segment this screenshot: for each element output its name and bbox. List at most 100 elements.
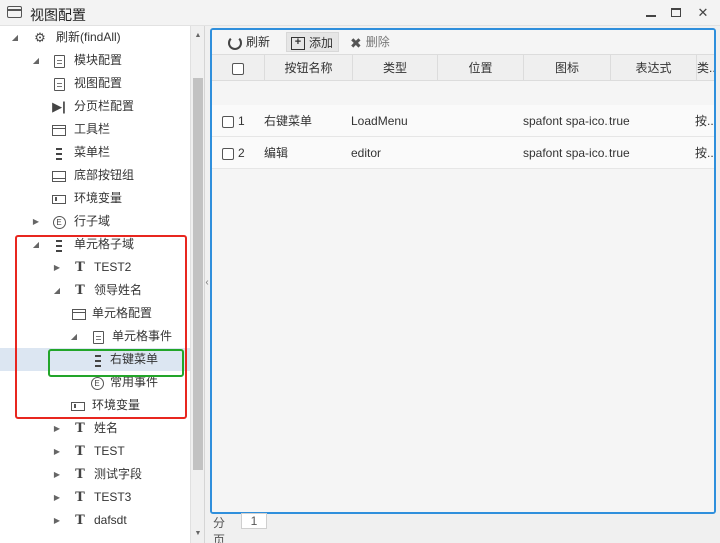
tree-node-test[interactable]: ▶ T TEST: [0, 440, 190, 463]
cell-class[interactable]: 按...: [695, 137, 714, 169]
column-header[interactable]: 表达式: [610, 55, 696, 81]
tree-node-label: 领导姓名: [94, 283, 143, 297]
tree-node-bottom-buttons[interactable]: 底部按钮组: [0, 164, 190, 187]
env-icon: [70, 394, 86, 417]
row-checkbox-cell: [222, 137, 234, 169]
tree-node-test2[interactable]: ▶ T TEST2: [0, 256, 190, 279]
text-icon: T: [75, 490, 85, 505]
expand-arrow-icon[interactable]: ◢: [31, 49, 41, 72]
tree-node-test-field[interactable]: ▶ T 测试字段: [0, 463, 190, 486]
cell-expression[interactable]: true: [609, 105, 695, 137]
tree-node-label: 工具栏: [74, 122, 111, 136]
column-header[interactable]: 位置: [437, 55, 523, 81]
text-icon: T: [75, 283, 85, 298]
expand-arrow-icon[interactable]: ◢: [69, 325, 79, 348]
current-page-input[interactable]: 1: [241, 513, 267, 529]
menu-icon: [51, 233, 67, 256]
button-config-panel: 刷新 + 添加 ✖删除 按钮名称 类型 位置 图标 表达式 类... 1 右键菜单…: [210, 28, 716, 514]
collapse-arrow-icon[interactable]: ▶: [52, 463, 62, 486]
tree-node-cell-subdomain[interactable]: ◢ 单元格子域: [0, 233, 190, 256]
tree-node-label: dafsdt: [94, 513, 127, 527]
collapse-arrow-icon[interactable]: ▶: [52, 417, 62, 440]
collapse-arrow-icon[interactable]: ▶: [52, 509, 62, 532]
delete-icon: ✖: [350, 34, 362, 51]
page-icon: [51, 49, 67, 72]
expand-arrow-icon[interactable]: ◢: [31, 233, 41, 256]
collapse-arrow-icon[interactable]: ▶: [52, 256, 62, 279]
menu-icon: [51, 141, 67, 164]
column-header[interactable]: 按钮名称: [264, 55, 352, 81]
table-row[interactable]: 1 右键菜单 LoadMenu spafont spa-ico... true …: [212, 105, 714, 137]
expand-arrow-icon[interactable]: ◢: [10, 26, 20, 49]
row-number: 1: [238, 114, 245, 128]
tree-node-leader-name[interactable]: ◢ T 领导姓名: [0, 279, 190, 302]
table-row[interactable]: 2 编辑 editor spafont spa-ico... true 按...: [212, 137, 714, 169]
cell-class[interactable]: 按...: [695, 105, 714, 137]
column-header[interactable]: 图标: [523, 55, 610, 81]
select-all-checkbox[interactable]: [232, 62, 244, 75]
text-icon: T: [75, 260, 85, 275]
tree-node-env-vars[interactable]: 环境变量: [0, 187, 190, 210]
text-icon: T: [75, 513, 85, 528]
env-icon: [51, 187, 67, 210]
tree-node-label: 单元格子域: [74, 237, 135, 251]
collapse-arrow-icon[interactable]: ▶: [52, 440, 62, 463]
tree-node-view-config[interactable]: 视图配置: [0, 72, 190, 95]
collapse-arrow-icon[interactable]: ▶: [52, 486, 62, 509]
cell-button-name[interactable]: 右键菜单: [264, 105, 349, 137]
column-header[interactable]: 类...: [696, 55, 714, 81]
cell-icon[interactable]: spafont spa-ico...: [523, 105, 609, 137]
tree-node-label: 刷新(findAll): [56, 30, 121, 44]
tree-node-label: TEST3: [94, 490, 132, 504]
add-button[interactable]: + 添加: [286, 32, 339, 52]
toolbar-icon: [71, 302, 87, 325]
maximize-icon: [671, 8, 681, 17]
title-bar: 视图配置 ✕: [0, 0, 720, 26]
tree-node-module-config[interactable]: ◢ 模块配置: [0, 49, 190, 72]
close-button[interactable]: ✕: [692, 3, 714, 23]
collapse-arrow-icon[interactable]: ▶: [31, 210, 41, 233]
tree-node-env-vars-cell[interactable]: 环境变量: [0, 394, 190, 417]
minimize-icon: [646, 15, 656, 17]
tree-node-context-menu[interactable]: 右键菜单: [0, 348, 190, 371]
minimize-button[interactable]: [640, 3, 662, 23]
tree-node-label: 模块配置: [74, 53, 123, 67]
cell-expression[interactable]: true: [609, 137, 695, 169]
row-checkbox[interactable]: [222, 147, 234, 160]
tree-panel: ◢ ⚙ 刷新(findAll) ◢ 模块配置 视图配置 ▶| 分页栏配置 工具栏…: [0, 26, 205, 543]
tree-node-refresh-findall[interactable]: ◢ ⚙ 刷新(findAll): [0, 26, 190, 49]
tree-node-name[interactable]: ▶ T 姓名: [0, 417, 190, 440]
tree-node-pager-config[interactable]: ▶| 分页栏配置: [0, 95, 190, 118]
tree-node-toolbar[interactable]: 工具栏: [0, 118, 190, 141]
cell-icon[interactable]: spafont spa-ico...: [523, 137, 609, 169]
tree-node-cell-config[interactable]: 单元格配置: [0, 302, 190, 325]
tree-node-label: 单元格配置: [92, 306, 153, 320]
tree-node-label: 右键菜单: [110, 352, 159, 366]
cell-type[interactable]: LoadMenu: [351, 105, 436, 137]
column-header[interactable]: 类型: [352, 55, 437, 81]
scrollbar-thumb[interactable]: [193, 78, 203, 470]
scroll-up-icon[interactable]: ▲: [191, 28, 204, 43]
tree-node-row-subdomain[interactable]: ▶ E 行子域: [0, 210, 190, 233]
tree-node-test3[interactable]: ▶ T TEST3: [0, 486, 190, 509]
table-header: 按钮名称 类型 位置 图标 表达式 类...: [212, 54, 714, 81]
tree-node-label: 底部按钮组: [74, 168, 135, 182]
scroll-down-icon[interactable]: ▼: [191, 526, 204, 541]
tree-node-menubar[interactable]: 菜单栏: [0, 141, 190, 164]
text-icon: T: [75, 421, 85, 436]
tree-node-cell-events[interactable]: ◢ 单元格事件: [0, 325, 190, 348]
expand-arrow-icon[interactable]: ◢: [52, 279, 62, 302]
tree-node-label: TEST2: [94, 260, 132, 274]
tree-node-label: 行子域: [74, 214, 111, 228]
tree-node-dafsdt[interactable]: ▶ T dafsdt: [0, 509, 190, 532]
refresh-button[interactable]: 刷新: [228, 32, 270, 52]
cell-type[interactable]: editor: [351, 137, 436, 169]
page-icon: [90, 325, 106, 348]
tree-node-label: 常用事件: [110, 375, 159, 389]
text-icon: T: [75, 444, 85, 459]
tree-node-common-events[interactable]: E 常用事件: [0, 371, 190, 394]
delete-button[interactable]: ✖ 删除: [350, 32, 390, 52]
row-checkbox[interactable]: [222, 115, 234, 128]
maximize-button[interactable]: [665, 3, 687, 23]
cell-button-name[interactable]: 编辑: [264, 137, 349, 169]
